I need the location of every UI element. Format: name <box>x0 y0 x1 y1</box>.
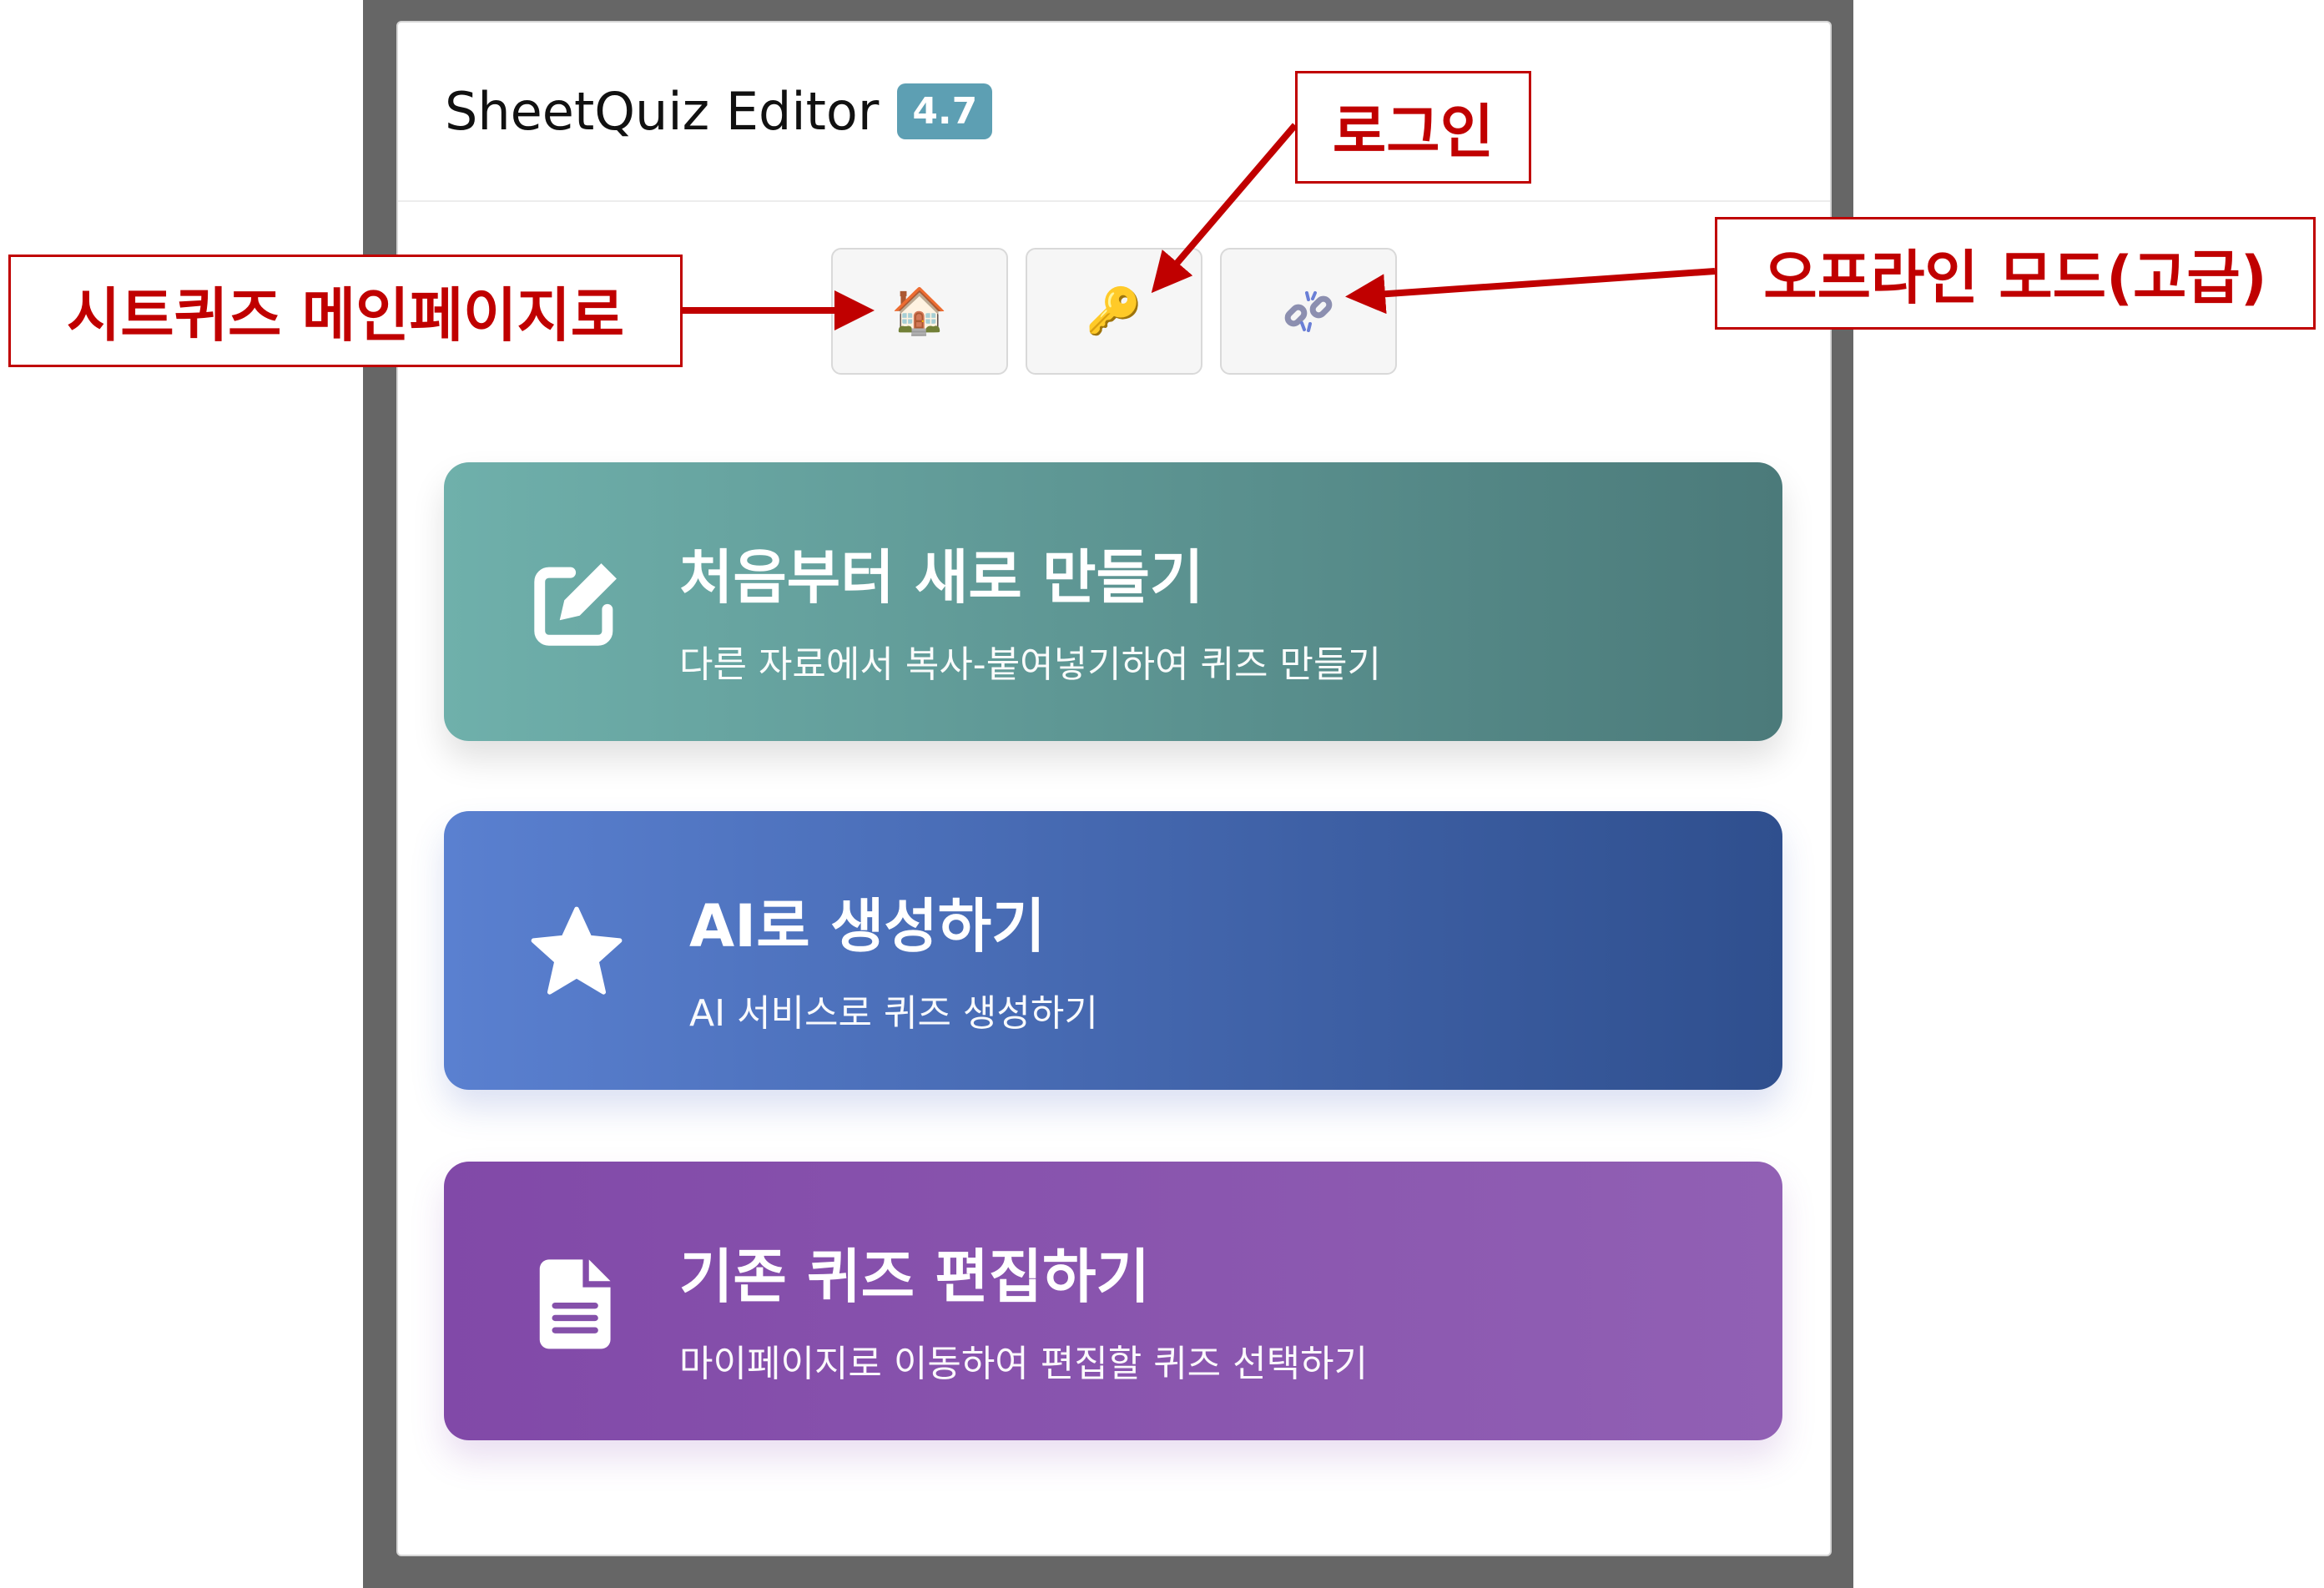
house-icon: 🏠 <box>891 285 948 337</box>
panel-header: SheetQuiz Editor 4.7 <box>398 23 1830 202</box>
editor-panel: SheetQuiz Editor 4.7 🏠 🔑 처음부터 새로 만들기 다른 … <box>396 21 1832 1556</box>
create-new-card[interactable]: 처음부터 새로 만들기 다른 자료에서 복사-붙여넣기하여 퀴즈 만들기 <box>444 462 1782 741</box>
version-badge: 4.7 <box>897 83 993 139</box>
key-icon: 🔑 <box>1086 285 1142 337</box>
annotation-login: 로그인 <box>1295 71 1531 184</box>
document-icon <box>539 1259 611 1349</box>
title-group: SheetQuiz Editor 4.7 <box>445 81 993 142</box>
star-icon <box>531 906 623 995</box>
app-title: SheetQuiz Editor <box>445 81 880 142</box>
card-title: AI로 생성하기 <box>689 892 1046 960</box>
offline-mode-button[interactable] <box>1220 248 1397 375</box>
broken-chain-icon <box>1284 291 1333 332</box>
card-subtitle: 마이페이지로 이동하여 편집할 퀴즈 선택하기 <box>679 1343 1369 1385</box>
card-title: 기존 퀴즈 편집하기 <box>679 1243 1150 1311</box>
card-subtitle: AI 서비스로 퀴즈 생성하기 <box>689 992 1098 1035</box>
home-button[interactable]: 🏠 <box>831 248 1008 375</box>
edit-existing-card[interactable]: 기존 퀴즈 편집하기 마이페이지로 이동하여 편집할 퀴즈 선택하기 <box>444 1162 1782 1440</box>
annotation-offline: 오프라인 모드(고급) <box>1715 217 2316 330</box>
ai-generate-card[interactable]: AI로 생성하기 AI 서비스로 퀴즈 생성하기 <box>444 811 1782 1090</box>
card-title: 처음부터 새로 만들기 <box>679 543 1204 612</box>
card-subtitle: 다른 자료에서 복사-붙여넣기하여 퀴즈 만들기 <box>679 643 1381 686</box>
login-button[interactable]: 🔑 <box>1026 248 1202 375</box>
annotation-home: 시트퀴즈 메인페이지로 <box>8 255 683 367</box>
edit-icon <box>534 563 617 646</box>
